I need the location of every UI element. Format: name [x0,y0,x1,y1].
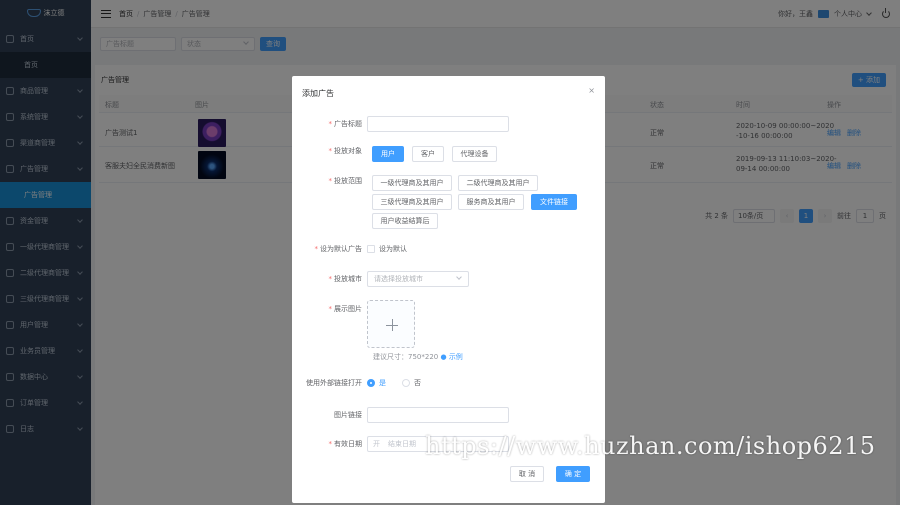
example-link[interactable]: ● 示例 [440,353,462,361]
scope-option[interactable]: 二级代理商及其用户 [458,175,538,191]
form-label: 使用外部链接打开 [306,379,362,387]
radio-label-yes: 是 [379,379,386,387]
form-row-image: * 展示图片 [292,300,605,348]
form-label: * 投放对象 [328,147,363,155]
image-link-input[interactable] [367,407,509,423]
close-icon[interactable]: × [588,86,595,95]
form-row-target: * 投放对象 [292,146,605,156]
form-row-title: * 广告标题 [292,116,605,132]
form-row-city: * 投放城市 请选择投放城市 [292,271,605,287]
form-label: 图片链接 [334,411,362,419]
scope-option[interactable]: 一级代理商及其用户 [372,175,452,191]
ad-title-input[interactable] [367,116,509,132]
external-no-radio[interactable] [402,379,410,387]
form-label: * 投放范围 [328,177,363,185]
watermark: https://www.huzhan.com/ishop6215 [425,432,876,460]
city-select[interactable]: 请选择投放城市 [367,271,469,287]
image-size-hint: 建议尺寸：750*220 ● 示例 [373,353,463,361]
external-yes-radio[interactable] [367,379,375,387]
target-option-user[interactable]: 用户 [372,146,404,162]
default-checkbox[interactable] [367,245,375,253]
target-option-device[interactable]: 代理设备 [452,146,497,162]
form-row-link: 图片链接 [292,407,605,423]
form-row-external: 使用外部链接打开 是 否 [292,378,605,388]
confirm-button[interactable]: 确 定 [556,466,590,482]
form-row-default: * 设为默认广告 设为默认 [292,244,605,254]
date-start: 开 [373,440,380,448]
scope-option[interactable]: 服务商及其用户 [458,194,524,210]
scope-option[interactable]: 文件链接 [531,194,577,210]
form-label: * 广告标题 [328,120,363,128]
form-label: * 设为默认广告 [314,245,363,253]
scope-option[interactable]: 用户收益结算后 [372,213,438,229]
default-checkbox-label: 设为默认 [379,245,407,253]
chevron-down-icon [456,274,462,280]
image-uploader[interactable] [367,300,415,348]
form-label: * 有效日期 [328,440,363,448]
dialog-title: 添加广告 [302,89,334,98]
scope-option[interactable]: 三级代理商及其用户 [372,194,452,210]
form-label: * 展示图片 [328,305,363,313]
cancel-button[interactable]: 取 消 [510,466,544,482]
radio-label-no: 否 [414,379,421,387]
target-option-customer[interactable]: 客户 [412,146,444,162]
date-end: 结束日期 [388,440,416,448]
form-label: * 投放城市 [328,275,363,283]
